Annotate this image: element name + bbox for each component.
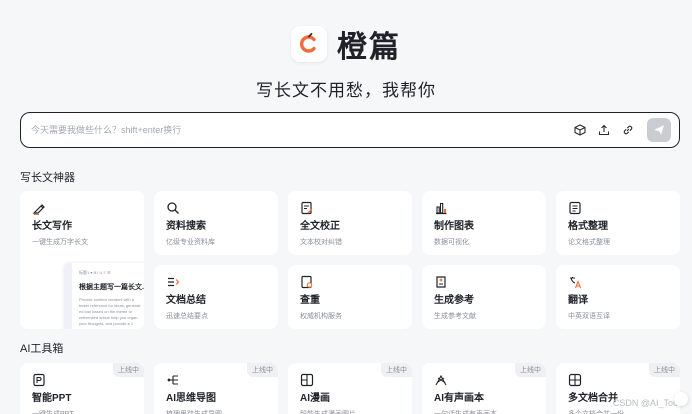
app-logo-icon (291, 26, 327, 62)
chevron-right-icon[interactable] (674, 392, 688, 406)
card-desc: 数据可视化 (434, 239, 469, 246)
prompt-box (20, 112, 680, 148)
ppt-icon (32, 373, 46, 387)
prompt-input[interactable] (31, 125, 567, 135)
card-desc: 权威机构服务 (300, 313, 342, 320)
writing-tool-card[interactable]: 文档总结迅速总结要点 (154, 265, 278, 329)
list-icon (166, 275, 180, 289)
tagline: 写长文不用愁，我帮你 (256, 81, 436, 100)
writing-tool-card[interactable]: 制作图表 数据可视化 (422, 191, 546, 255)
brand-header: 橙篇 (0, 22, 692, 66)
writing-tool-card[interactable]: 翻译 中英双语互译 (556, 265, 680, 329)
section-title-ai-tools: AI工具箱 (20, 343, 64, 355)
long-writing-card[interactable]: 长文写作 一键生成万字长文 标题1 ▾ B I U ≡ ☰ 根据主题写一篇长文... P… (20, 191, 144, 329)
card-title: 智能PPT (32, 393, 72, 404)
watermark: CSDN @AI_Too (612, 398, 678, 408)
card-desc: 亿级专业资料库 (166, 239, 215, 246)
writing-tool-card[interactable]: 全文校正文本校对纠错 (288, 191, 412, 255)
card-title: 长文写作 (32, 221, 72, 232)
ai-tool-card[interactable]: 智能PPT 一键生成PPT 上线中 (20, 363, 144, 414)
ai-tool-card[interactable]: AI漫画智能生成漫画图片 上线中 (288, 363, 412, 414)
card-title: 查重 (300, 295, 320, 306)
upload-icon[interactable] (593, 119, 615, 141)
card-title: 资料搜索 (166, 221, 206, 232)
preview-heading: 根据主题写一篇长文... (79, 284, 144, 291)
status-badge: 上线中 (515, 363, 546, 377)
cube-icon[interactable] (569, 119, 591, 141)
writing-tool-card[interactable]: 查重 权威机构服务 (288, 265, 412, 329)
card-desc: 中英双语互译 (568, 313, 610, 320)
preview-line: your thoughts, and provide a 1 (79, 321, 134, 326)
link-icon[interactable] (617, 119, 639, 141)
card-title: AI思维导图 (166, 393, 216, 404)
preview-toolbar: 标题1 ▾ B I U ≡ ☰ (79, 270, 111, 275)
card-title: AI有声画本 (434, 393, 484, 404)
card-title: 格式整理 (568, 221, 608, 232)
ai-tool-card[interactable]: AI思维导图梳理思路生成导图 上线中 (154, 363, 278, 414)
app-name: 橙篇 (337, 31, 401, 64)
card-title: AI漫画 (300, 393, 330, 404)
section-title-writing: 写长文神器 (20, 172, 75, 184)
writing-tool-card[interactable]: 资料搜索亿级专业资料库 (154, 191, 278, 255)
card-desc: 一键生成PPT (32, 409, 74, 414)
document-preview: 标题1 ▾ B I U ≡ ☰ 根据主题写一篇长文... Provide conte… (65, 263, 144, 329)
card-desc: 生成参考文献 (434, 313, 476, 320)
format-icon (568, 201, 582, 215)
status-badge: 上线中 (649, 363, 680, 377)
writing-tool-card[interactable]: 格式整理论文格式整理 (556, 191, 680, 255)
card-desc: 迅速总结要点 (166, 313, 208, 320)
status-badge: 上线中 (247, 363, 278, 377)
pen-icon (32, 201, 46, 216)
search-icon (166, 201, 180, 215)
send-icon[interactable] (647, 118, 671, 142)
status-badge: 上线中 (381, 363, 412, 377)
edit-doc-icon (300, 201, 314, 215)
chart-icon (434, 201, 448, 215)
card-title: 翻译 (568, 295, 588, 306)
ai-tool-card[interactable]: AI有声画本一句话生成有声画本 上线中 (422, 363, 546, 414)
card-desc: 一句话生成有声画本 (434, 409, 497, 414)
comic-icon (300, 373, 314, 387)
card-title: 文档总结 (166, 295, 206, 306)
card-title: 多文档合并 (568, 393, 618, 404)
card-desc: 一键生成万字长文 (32, 239, 88, 246)
card-desc: 论文格式整理 (568, 239, 610, 246)
card-desc: 文本校对纠错 (300, 239, 342, 246)
card-title: 生成参考 (434, 295, 474, 306)
card-title: 全文校正 (300, 221, 340, 232)
card-title: 制作图表 (434, 221, 474, 232)
card-desc: 多个文档合并一份 (568, 409, 624, 414)
reference-icon (434, 275, 448, 289)
translate-icon (568, 275, 582, 289)
card-desc: 智能生成漫画图片 (300, 409, 356, 414)
mindmap-icon (166, 373, 180, 387)
check-doc-icon (300, 275, 314, 289)
writing-tool-card[interactable]: 生成参考生成参考文献 (422, 265, 546, 329)
audiobook-icon (434, 373, 448, 387)
card-desc: 梳理思路生成导图 (166, 409, 222, 414)
status-badge: 上线中 (113, 363, 144, 377)
merge-icon (568, 373, 582, 387)
